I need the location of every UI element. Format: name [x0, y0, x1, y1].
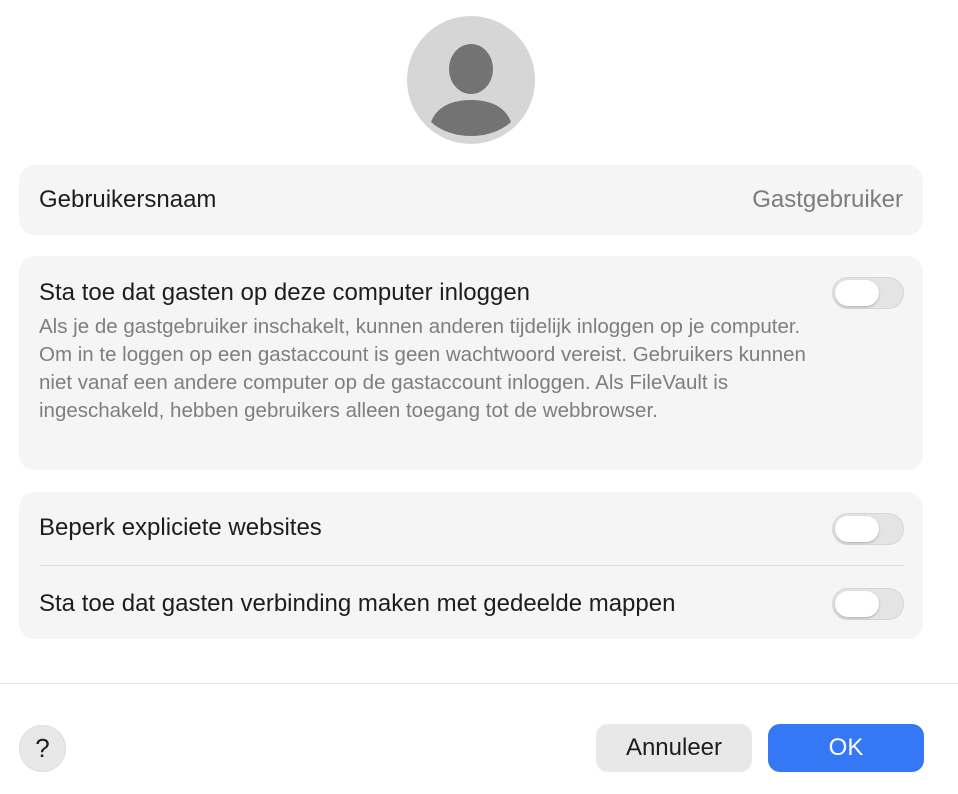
username-group: Gebruikersnaam Gastgebruiker [19, 165, 923, 235]
username-label: Gebruikersnaam [39, 186, 217, 213]
guest-options-group: Beperk expliciete websites Sta toe dat g… [19, 492, 923, 639]
restrict-websites-toggle[interactable] [832, 513, 904, 545]
guest-login-description: Als je de gastgebruiker inschakelt, kunn… [39, 315, 806, 422]
person-silhouette-icon [431, 44, 511, 136]
shared-folders-label: Sta toe dat gasten verbinding maken met … [39, 590, 676, 617]
restrict-websites-label: Beperk expliciete websites [39, 514, 322, 541]
cancel-button[interactable]: Annuleer [596, 724, 752, 772]
ok-button[interactable]: OK [768, 724, 924, 772]
shared-folders-toggle[interactable] [832, 588, 904, 620]
toggle-knob [835, 280, 879, 306]
avatar [407, 16, 535, 144]
guest-user-dialog: Gebruikersnaam Gastgebruiker Sta toe dat… [0, 0, 958, 794]
guest-login-group: Sta toe dat gasten op deze computer inlo… [19, 256, 923, 470]
row-divider [39, 565, 904, 566]
footer-divider [0, 683, 958, 684]
toggle-knob [835, 591, 879, 617]
guest-login-label: Sta toe dat gasten op deze computer inlo… [39, 279, 531, 306]
help-button[interactable]: ? [19, 725, 66, 772]
toggle-knob [835, 516, 879, 542]
guest-login-toggle[interactable] [832, 277, 904, 309]
username-value: Gastgebruiker [752, 186, 903, 213]
